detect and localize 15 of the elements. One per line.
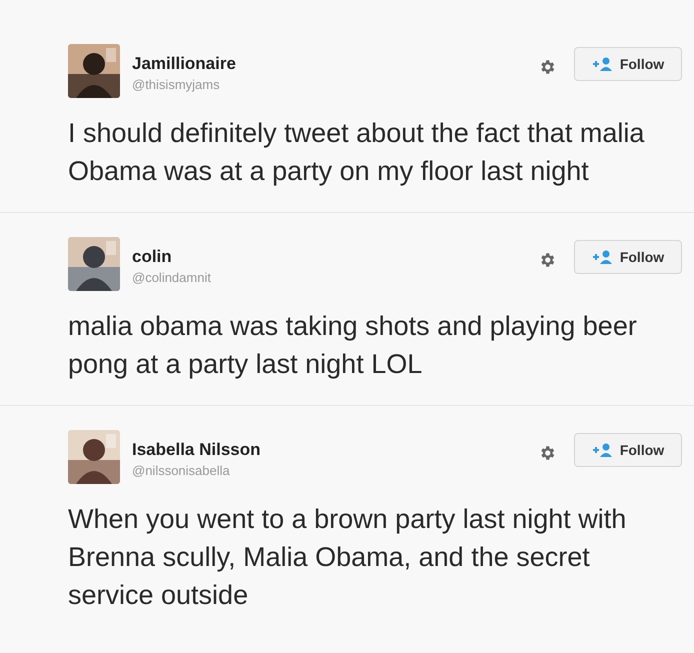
tweet-text: malia obama was taking shots and playing beer pong at a party last night LOL (68, 310, 638, 381)
user-handle: @colindamnit (132, 269, 212, 287)
add-user-icon (592, 443, 614, 457)
user-handle: @nilssonisabella (132, 462, 231, 480)
tweet-text: I should definitely tweet about the fact that malia Obama was at a party on my floor last night (68, 117, 646, 188)
tweet-text: When you went to a brown party last night with Brenna scully, Malia Obama, and the secret service outside (68, 503, 628, 612)
user-handle: @thisismyjams (132, 76, 221, 94)
follow-button[interactable]: Follow (574, 240, 682, 274)
add-user-icon (592, 57, 614, 71)
user-name[interactable]: Jamillionaire (132, 54, 538, 74)
follow-button[interactable]: Follow (574, 47, 682, 81)
user-name[interactable]: colin (132, 247, 538, 267)
follow-button[interactable]: Follow (574, 433, 682, 467)
add-user-icon (592, 250, 614, 264)
user-name[interactable]: Isabella Nilsson (132, 440, 538, 460)
